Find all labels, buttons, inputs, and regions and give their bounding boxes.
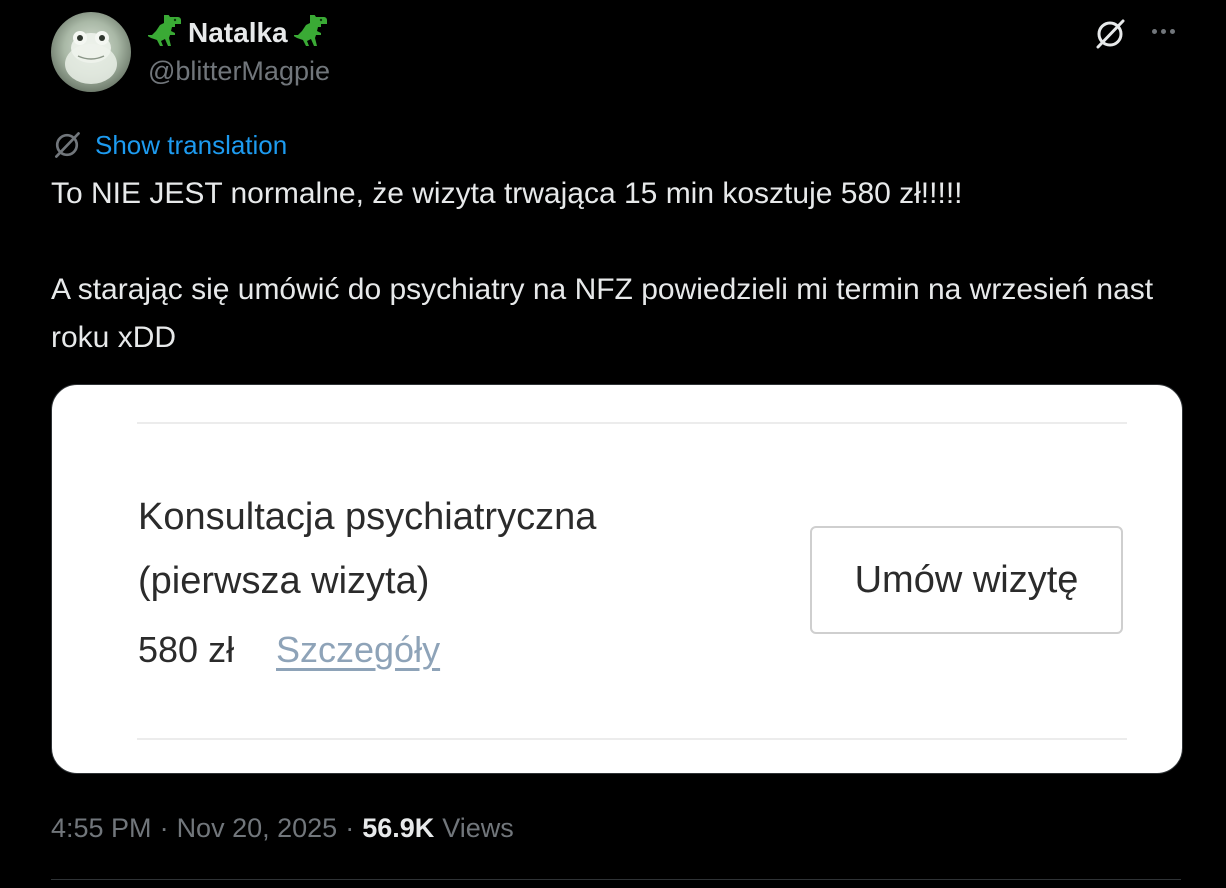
- divider: [51, 879, 1181, 880]
- views-count[interactable]: 56.9K: [362, 813, 434, 844]
- divider: [137, 738, 1127, 740]
- tweet-paragraph: To NIE JEST normalne, że wizyta trwająca…: [51, 177, 963, 210]
- more-icon: [1160, 28, 1166, 34]
- views-label: Views: [442, 812, 514, 843]
- tweet-date[interactable]: Nov 20, 2025: [177, 813, 338, 844]
- meta-separator: ·: [159, 812, 169, 843]
- grok-icon: [55, 132, 80, 158]
- service-price: 580 zł: [138, 629, 235, 670]
- more-icon: [1169, 28, 1175, 34]
- service-name-line: Konsultacja psychiatryczna: [138, 496, 597, 538]
- divider: [137, 422, 1127, 424]
- author-handle[interactable]: @blitterMagpie: [148, 56, 330, 87]
- tweet-paragraph: A starając się umówić do psychiatry na N…: [51, 273, 1154, 354]
- tweet: Natalka @blitterMagpie Show translation …: [0, 0, 1226, 888]
- book-visit-button: Umów wizytę: [810, 526, 1123, 634]
- show-translation-label: Show translation: [95, 129, 288, 160]
- author-name-row[interactable]: Natalka: [148, 14, 328, 52]
- author-name: Natalka: [188, 17, 288, 48]
- t-rex-icon: [293, 15, 328, 51]
- grok-icon: [1096, 19, 1125, 49]
- show-translation-button[interactable]: Show translation: [51, 128, 287, 162]
- more-button[interactable]: [1146, 14, 1180, 48]
- service-name: Konsultacja psychiatryczna (pierwsza wiz…: [138, 485, 738, 613]
- service-name-line: (pierwsza wizyta): [138, 560, 430, 602]
- tweet-meta: 4:55 PM · Nov 20, 2025 · 56.9K Views: [51, 808, 514, 848]
- t-rex-icon: [148, 15, 182, 51]
- tweet-time[interactable]: 4:55 PM: [51, 813, 152, 844]
- details-link: Szczegóły: [276, 629, 441, 670]
- more-icon: [1151, 28, 1157, 34]
- attached-image[interactable]: Konsultacja psychiatryczna (pierwsza wiz…: [51, 384, 1183, 774]
- grok-button[interactable]: [1092, 16, 1128, 52]
- meta-separator: ·: [345, 812, 355, 843]
- frog-avatar-icon: [65, 31, 117, 84]
- avatar[interactable]: [51, 12, 131, 92]
- tweet-text: To NIE JEST normalne, że wizyta trwająca…: [51, 170, 1171, 362]
